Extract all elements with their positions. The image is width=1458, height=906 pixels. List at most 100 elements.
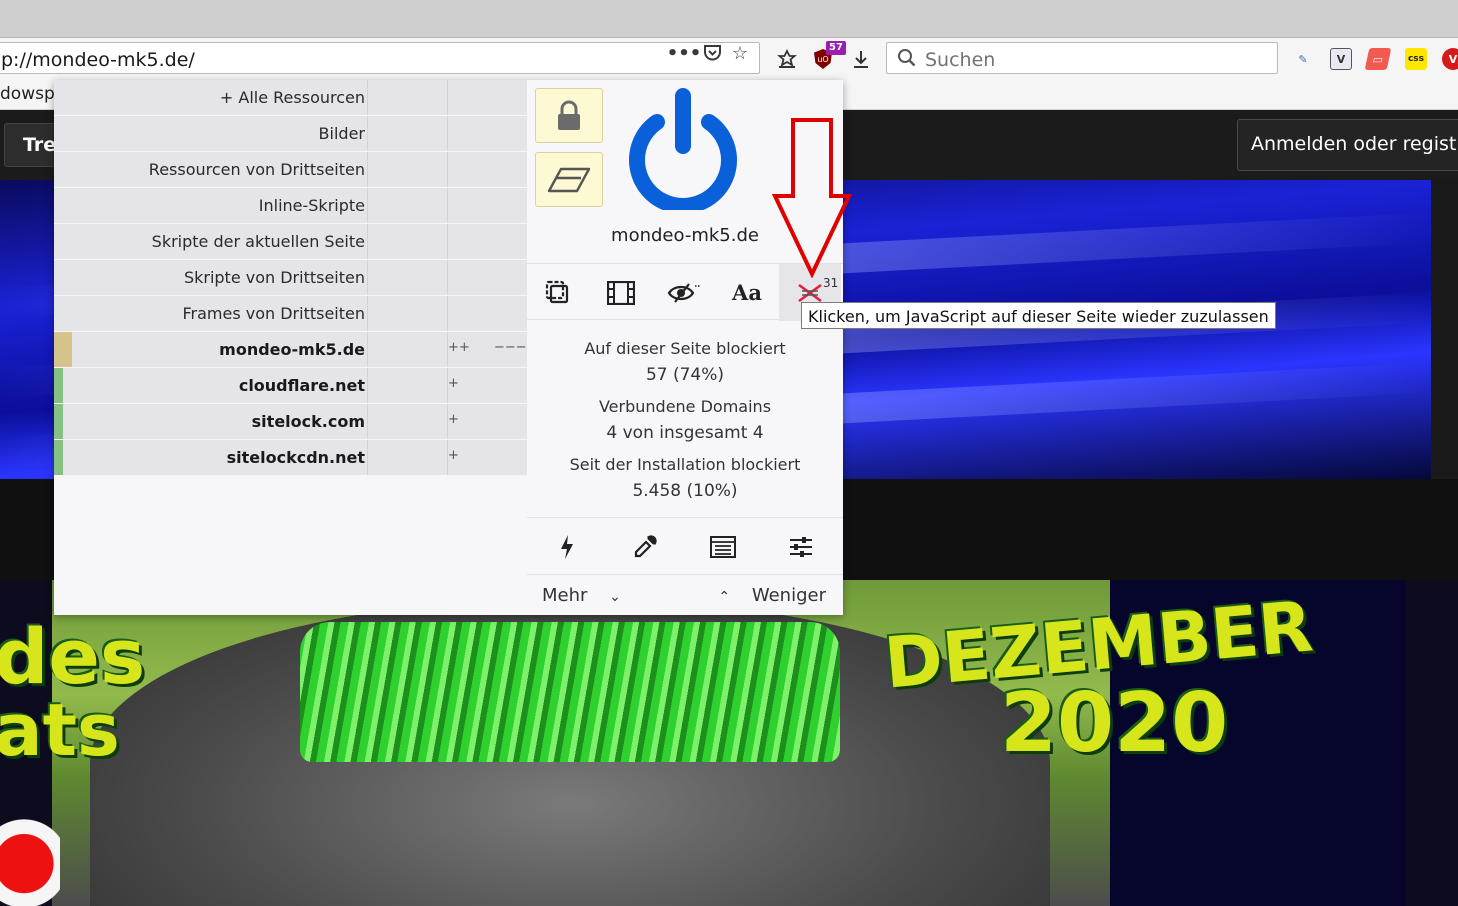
column-divider [367,404,368,439]
column-divider [447,152,448,187]
firewall-row-label: Skripte der aktuellen Seite [151,232,365,251]
vivaldi-extension-icon[interactable]: V [1442,48,1458,70]
lightning-icon [561,535,573,559]
no-media-switch[interactable] [590,264,652,321]
santa-figure [0,800,60,906]
column-divider [447,260,448,295]
firewall-row[interactable]: Ressourcen von Drittseiten [54,152,527,187]
firewall-row-label: Ressourcen von Drittseiten [148,160,365,179]
column-divider [367,188,368,223]
sliders-icon [790,537,812,557]
firewall-row[interactable]: cloudflare.net + [54,368,527,403]
firewall-row[interactable]: Bilder [54,116,527,151]
download-icon[interactable] [846,44,876,74]
eyedropper-icon [634,535,657,558]
less-toggle[interactable]: ⌃ Weniger [718,585,826,606]
column-divider [367,440,368,475]
firewall-cell-local[interactable]: + [448,412,459,427]
firewall-row-label: sitelock.com [251,412,365,431]
firewall-row[interactable]: Frames von Drittseiten [54,296,527,331]
firewall-row[interactable]: sitelockcdn.net + [54,440,527,475]
firewall-pane: + Alle Ressourcen Bilder Ressourcen von Dr… [54,80,527,475]
css-extension-icon[interactable]: css [1405,48,1427,70]
eye-slash-icon [667,282,700,303]
firewall-row[interactable]: + Alle Ressourcen [54,80,527,115]
third-party-domain-bar [54,368,63,403]
scroll-extension-icon[interactable]: ▭ [1364,48,1392,70]
no-popups-switch[interactable] [527,264,589,321]
firewall-row-label: sitelockcdn.net [226,448,365,467]
dashboard-button[interactable] [773,518,829,576]
notes-extension-icon[interactable]: ✎ [1292,48,1314,70]
blocked-page-label: Auf dieser Seite blockiert [584,339,786,358]
firewall-row-label: Bilder [318,124,365,143]
domains-value: 4 von insgesamt 4 [606,423,764,443]
column-divider [447,296,448,331]
list-icon [710,536,736,558]
since-install-value: 5.458 (10%) [632,481,738,501]
firewall-row[interactable]: sitelock.com + [54,404,527,439]
firewall-row-label: + Alle Ressourcen [219,88,365,107]
javascript-count: 31 [823,276,839,290]
tool-actions [527,517,843,575]
ublock-popup: + Alle Ressourcen Bilder Ressourcen von Dr… [54,80,843,615]
more-label: Mehr [542,585,588,606]
no-cosmetic-filtering-switch[interactable] [653,264,715,321]
column-divider [447,224,448,259]
javascript-tooltip: Klicken, um JavaScript auf dieser Seite … [801,302,1276,329]
login-button[interactable]: Anmelden oder registri [1237,119,1458,171]
ublock-badge: 57 [826,41,846,55]
since-install-label: Seit der Installation blockiert [569,455,801,474]
firewall-cell-local[interactable]: + [448,376,459,391]
column-divider [367,116,368,151]
pocket-icon[interactable] [698,39,726,67]
firewall-cell-local[interactable]: ++ [448,340,470,355]
column-divider [367,296,368,331]
url-text: p://mondeo-mk5.de/ [1,49,195,71]
firewall-row-label: cloudflare.net [238,376,365,395]
ublock-button[interactable]: uO 57 [808,41,846,74]
column-divider [367,152,368,187]
firewall-cell-blocked[interactable]: −−− [494,340,527,355]
local-domain-bar [54,332,72,367]
tab-strip [0,0,1458,38]
search-bar[interactable]: Suchen [886,42,1278,74]
font-icon: Aa [732,280,762,305]
url-bar[interactable]: p://mondeo-mk5.de/ [0,42,760,74]
popup-icon [545,280,569,303]
firewall-row[interactable]: Skripte von Drittseiten [54,260,527,295]
firewall-row-label: Inline-Skripte [258,196,365,215]
firewall-row[interactable]: Inline-Skripte [54,188,527,223]
column-divider [367,260,368,295]
banner-year: 2020 [1000,676,1229,771]
element-picker-button[interactable] [617,518,673,576]
star-icon[interactable]: ☆ [726,39,754,67]
more-toggle[interactable]: Mehr ⌄ [542,585,621,606]
blocking-stats: Auf dieser Seite blockiert 57 (74%) Verb… [527,336,843,504]
logger-button[interactable] [695,518,751,576]
column-divider [447,188,448,223]
lock-button[interactable] [535,88,603,143]
car-windshield [300,622,840,762]
element-zapper-button[interactable] [539,518,595,576]
nav-toolbar: p://mondeo-mk5.de/ ••• ☆ uO 57 Suchen ✎ … [0,38,1458,80]
eraser-button[interactable] [535,152,603,207]
firewall-row[interactable]: mondeo-mk5.de ++ −−− [54,332,527,367]
v-extension-icon[interactable]: V [1330,48,1352,70]
firewall-cell-local[interactable]: + [448,448,459,463]
column-divider [447,116,448,151]
column-divider [447,80,448,115]
chevron-up-icon: ⌃ [718,589,731,605]
power-button[interactable] [625,86,741,214]
column-divider [367,332,368,367]
firewall-row[interactable]: Skripte der aktuellen Seite [54,224,527,259]
library-icon[interactable] [772,44,802,74]
firewall-row-label: Frames von Drittseiten [182,304,365,323]
more-actions-icon[interactable]: ••• [667,39,702,67]
column-divider [367,224,368,259]
banner-left-line2: ats [0,688,120,772]
chevron-down-icon: ⌄ [609,589,621,605]
firewall-row-label: Skripte von Drittseiten [183,268,365,287]
search-placeholder: Suchen [925,49,996,71]
no-remote-fonts-switch[interactable]: Aa [716,264,778,321]
